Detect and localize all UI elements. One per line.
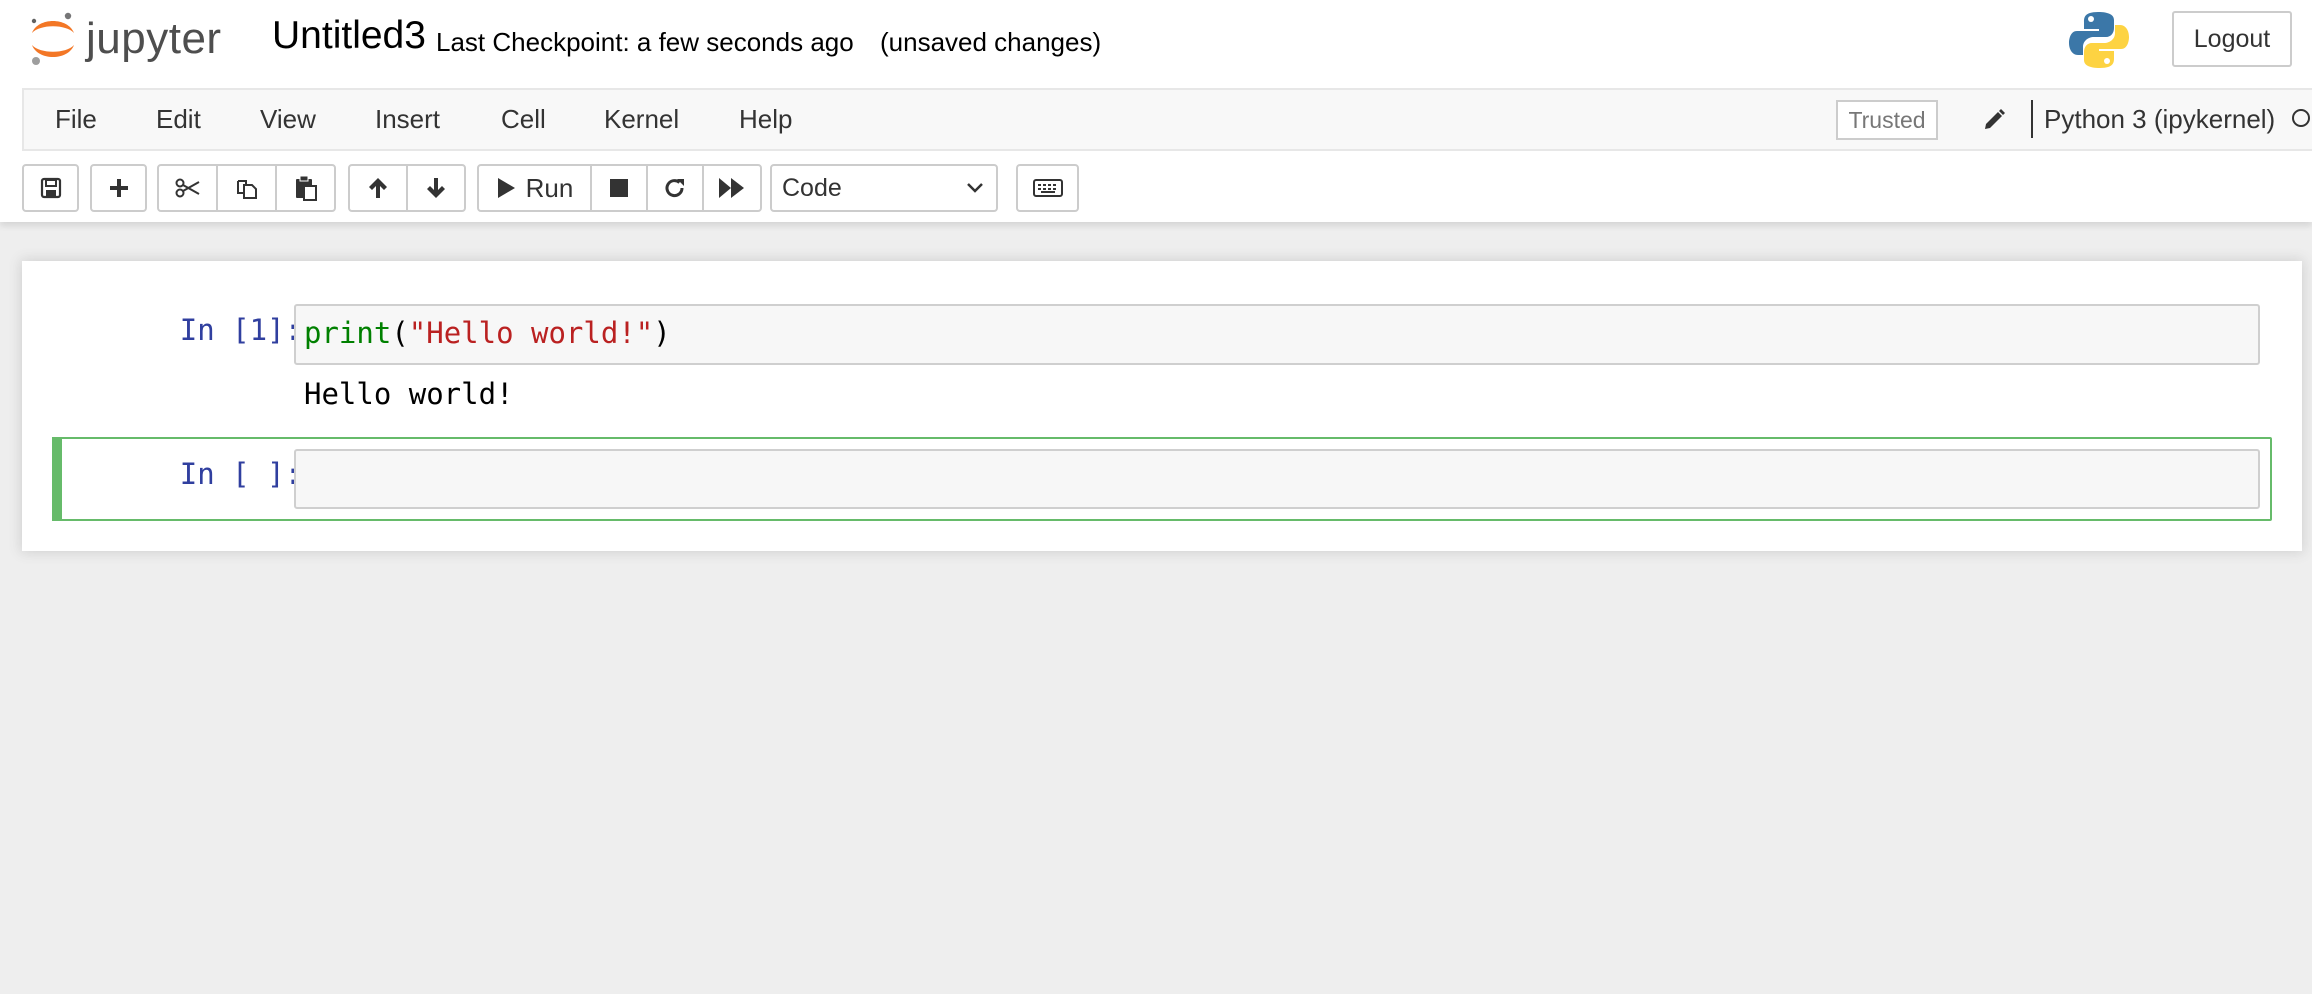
stop-icon (610, 179, 628, 197)
cell-type-select[interactable]: Code (770, 164, 998, 212)
arrow-up-icon (369, 178, 387, 198)
save-icon (40, 177, 61, 199)
checkpoint-status: Last Checkpoint: a few seconds ago (436, 27, 854, 57)
trusted-badge[interactable]: Trusted (1836, 100, 1938, 140)
restart-button[interactable] (646, 164, 704, 212)
run-all-button[interactable] (702, 164, 762, 212)
fast-forward-icon (719, 178, 744, 198)
menu-cell[interactable]: Cell (501, 104, 546, 135)
menu-kernel[interactable]: Kernel (604, 104, 679, 135)
toolbar-group-shortcuts (1016, 164, 1079, 212)
code-line: print("Hello world!") (304, 316, 671, 350)
python-logo-icon (2068, 10, 2130, 70)
code-paren-token: ( (391, 316, 409, 350)
copy-icon (236, 180, 257, 199)
code-builtin-token: print (304, 316, 392, 350)
toolbar-group-edit (157, 164, 336, 212)
header: jupyter Untitled3 Last Checkpoint: a few… (0, 0, 2312, 222)
pencil-icon[interactable] (1982, 108, 2006, 137)
code-paren-token: ) (653, 316, 671, 350)
move-down-button[interactable] (406, 164, 466, 212)
menu-file[interactable]: File (55, 104, 97, 135)
run-button[interactable]: Run (477, 164, 592, 212)
code-editor[interactable] (294, 449, 2260, 509)
paste-button[interactable] (275, 164, 336, 212)
menubar: File Edit View Insert Cell Kernel Help T… (22, 88, 2312, 151)
interrupt-button[interactable] (590, 164, 648, 212)
autosave-status: (unsaved changes) (880, 27, 1102, 57)
toolbar-group-move (348, 164, 466, 212)
toolbar-group-run: Run (477, 164, 762, 212)
play-icon (497, 178, 515, 198)
insert-cell-button[interactable] (90, 164, 147, 212)
chevron-down-icon (967, 183, 983, 193)
move-up-button[interactable] (348, 164, 408, 212)
run-label: Run (525, 172, 574, 203)
notebook-title[interactable]: Untitled3 (272, 14, 426, 58)
code-string-token: "Hello world!" (408, 316, 654, 350)
copy-button[interactable] (216, 164, 277, 212)
kernel-name[interactable]: Python 3 (ipykernel) (2044, 104, 2275, 135)
menu-insert[interactable]: Insert (375, 104, 440, 135)
cut-button[interactable] (157, 164, 218, 212)
code-editor[interactable]: print("Hello world!") (294, 304, 2260, 365)
kernel-separator (2031, 100, 2033, 138)
logo-wordmark: jupyter (86, 14, 222, 63)
logout-button[interactable]: Logout (2172, 11, 2292, 67)
kernel-idle-indicator-icon (2292, 109, 2310, 127)
menu-view[interactable]: View (260, 104, 316, 135)
arrow-down-icon (427, 178, 445, 198)
jupyter-orbit-icon (31, 12, 74, 65)
toolbar-group-save (22, 164, 79, 212)
cell-output: Hello world! (304, 377, 514, 411)
toolbar-group-insert (90, 164, 147, 212)
jupyter-logo[interactable]: jupyter (28, 8, 243, 70)
command-palette-button[interactable] (1016, 164, 1079, 212)
notebook-container: In [1]: print("Hello world!") Hello worl… (22, 261, 2302, 551)
keyboard-icon (1032, 179, 1063, 197)
menu-help[interactable]: Help (739, 104, 792, 135)
cell-prompt: In [1]: (179, 313, 302, 347)
menu-edit[interactable]: Edit (156, 104, 201, 135)
cell-prompt: In [ ]: (179, 457, 302, 491)
plus-icon (109, 179, 128, 197)
save-button[interactable] (22, 164, 79, 212)
cell-type-value: Code (782, 173, 842, 202)
restart-icon (665, 179, 684, 198)
cut-icon (175, 178, 199, 198)
paste-icon (295, 175, 317, 201)
